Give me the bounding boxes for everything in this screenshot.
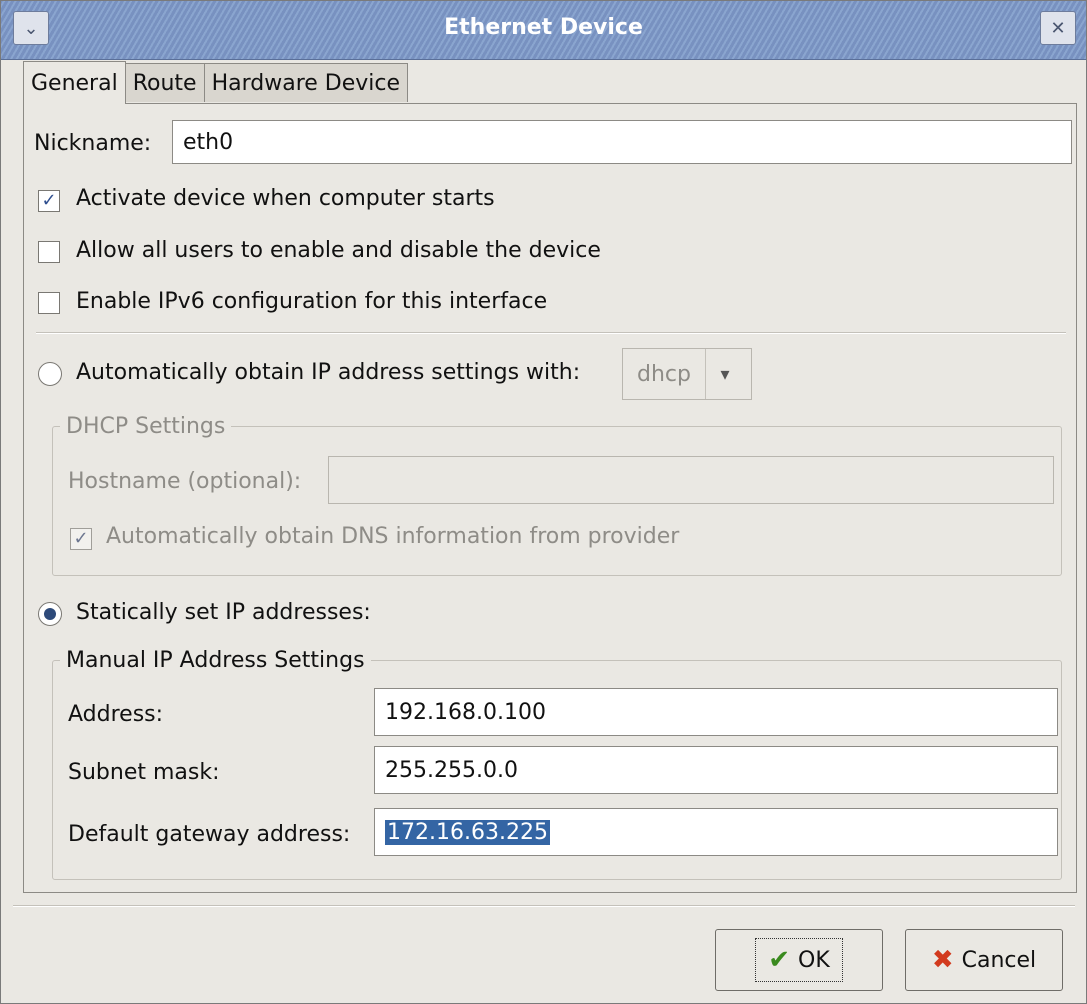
gateway-value: 172.16.63.225: [385, 819, 550, 845]
allow-users-label: Allow all users to enable and disable th…: [76, 238, 601, 263]
static-ip-label: Statically set IP addresses:: [76, 600, 371, 625]
tab-label: Route: [132, 70, 197, 96]
close-icon: ✕: [1050, 17, 1066, 39]
ok-button[interactable]: ✔ OK: [715, 929, 883, 991]
tab-route[interactable]: Route: [124, 63, 205, 102]
button-separator: [13, 905, 1075, 907]
window-close-button[interactable]: ✕: [1040, 11, 1076, 45]
chevron-down-icon: ▾: [720, 363, 730, 385]
hostname-input[interactable]: [328, 456, 1054, 504]
general-panel: Nickname: eth0 ✓ Activate device when co…: [23, 103, 1077, 893]
ok-label: OK: [798, 947, 830, 973]
ethernet-device-dialog: ⌄ Ethernet Device ✕ General Route Hardwa…: [0, 0, 1087, 1004]
cancel-button[interactable]: ✖ Cancel: [905, 929, 1063, 991]
address-input[interactable]: 192.168.0.100: [374, 688, 1058, 736]
checkmark-icon: ✔: [768, 945, 791, 975]
auto-ip-radio[interactable]: [38, 362, 62, 386]
title-bar[interactable]: ⌄ Ethernet Device ✕: [1, 1, 1086, 60]
allow-users-checkbox[interactable]: [38, 241, 60, 263]
tab-general[interactable]: General: [23, 61, 126, 104]
tab-hardware-device[interactable]: Hardware Device: [203, 63, 409, 102]
x-icon: ✖: [931, 945, 954, 975]
hostname-label: Hostname (optional):: [68, 469, 302, 494]
cancel-label: Cancel: [961, 947, 1037, 973]
separator: [36, 332, 1066, 334]
ipv6-label: Enable IPv6 configuration for this inter…: [76, 289, 548, 314]
subnet-input[interactable]: 255.255.0.0: [374, 746, 1058, 794]
nickname-label: Nickname:: [34, 131, 152, 156]
nickname-input[interactable]: eth0: [172, 120, 1072, 164]
gateway-input[interactable]: 172.16.63.225: [374, 808, 1058, 856]
address-label: Address:: [68, 702, 164, 727]
ip-method-value: dhcp: [623, 349, 706, 399]
auto-ip-label: Automatically obtain IP address settings…: [76, 360, 581, 385]
ipv6-checkbox[interactable]: [38, 292, 60, 314]
gateway-label: Default gateway address:: [68, 822, 351, 847]
tab-label: Hardware Device: [211, 70, 401, 96]
static-ip-radio[interactable]: [38, 602, 62, 626]
dhcp-settings-title: DHCP Settings: [60, 414, 232, 439]
subnet-label: Subnet mask:: [68, 760, 220, 785]
activate-checkbox[interactable]: ✓: [38, 190, 60, 212]
ip-method-combo[interactable]: dhcp ▾: [622, 348, 752, 400]
activate-label: Activate device when computer starts: [76, 186, 495, 211]
tab-label: General: [31, 70, 118, 96]
dns-checkbox[interactable]: ✓: [70, 528, 92, 550]
manual-ip-title: Manual IP Address Settings: [60, 648, 371, 673]
dns-label: Automatically obtain DNS information fro…: [106, 524, 680, 549]
tab-bar: General Route Hardware Device: [23, 61, 409, 104]
window-title: Ethernet Device: [444, 15, 643, 40]
